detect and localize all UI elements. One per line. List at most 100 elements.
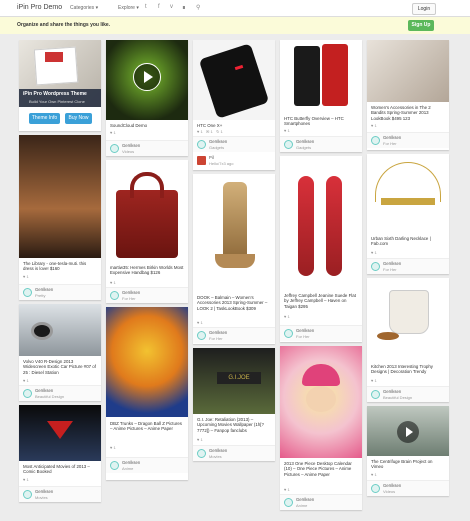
pin-caption[interactable]: Volvo V40 R-Design 2013 Widescreen Exoti… <box>23 359 97 375</box>
pin-board[interactable]: Movies <box>209 454 222 459</box>
pin-caption[interactable]: Jeffrey Campbell Jeanine Suede Flat by J… <box>284 293 358 309</box>
avatar[interactable] <box>23 490 32 499</box>
pin-image[interactable] <box>193 174 275 292</box>
pin-card[interactable]: Kitchen 2013 Interesting Trophy Designs … <box>367 278 449 402</box>
pin-board[interactable]: For Her <box>383 141 397 146</box>
pin-user[interactable]: Gerriksen <box>122 460 140 465</box>
avatar[interactable] <box>110 144 119 153</box>
pin-board[interactable]: Movies <box>35 495 48 500</box>
login-button[interactable]: Login <box>412 3 436 15</box>
pin-card[interactable]: The Library - one-tesla-muti. this dress… <box>19 135 101 300</box>
pin-user[interactable]: Gerriksen <box>296 497 314 502</box>
comment-avatar[interactable] <box>197 156 206 165</box>
pin-caption[interactable]: martiw35: Hermes Birkin Worlds Most Expe… <box>110 265 184 276</box>
avatar[interactable] <box>371 136 380 145</box>
pin-image[interactable] <box>367 278 449 358</box>
avatar[interactable] <box>23 288 32 297</box>
pin-caption[interactable]: 2013 One Piece Desktop Calendar (10) – O… <box>284 461 358 477</box>
pin-image[interactable] <box>280 346 362 458</box>
pin-board[interactable]: Gadgets <box>296 145 311 150</box>
avatar[interactable] <box>110 291 119 300</box>
avatar[interactable] <box>197 449 206 458</box>
pin-card[interactable]: DOOK – Balmain – Women's Accessories 201… <box>193 174 275 344</box>
pin-user[interactable]: Gerriksen <box>383 135 401 140</box>
pin-image[interactable] <box>193 40 275 120</box>
pin-caption[interactable]: Urban Sixth Darling Necklace | Fab.com <box>371 236 445 247</box>
pin-user[interactable]: Gerriksen <box>383 389 401 394</box>
pin-card[interactable]: SoundCloud Demo ♥ 1 Gerriksen Videos <box>106 40 188 156</box>
avatar[interactable] <box>284 140 293 149</box>
vimeo-icon[interactable]: v <box>170 4 173 10</box>
pin-user[interactable]: Gerriksen <box>383 261 401 266</box>
pin-card[interactable]: 2013 One Piece Desktop Calendar (10) – O… <box>280 346 362 510</box>
pin-card[interactable]: Women's Accessories in The 2 Bandits Spr… <box>367 40 449 150</box>
search-icon[interactable]: ⚲ <box>196 4 200 11</box>
pin-caption[interactable]: Kitchen 2013 Interesting Trophy Designs … <box>371 364 445 375</box>
pin-user[interactable]: Gerriksen <box>35 489 53 494</box>
pin-image[interactable] <box>280 156 362 290</box>
pin-caption[interactable]: The Centrifuge Brain Project on Vimeo <box>371 459 445 470</box>
pin-user[interactable]: Gerriksen <box>209 330 227 335</box>
avatar[interactable] <box>371 262 380 271</box>
pin-card[interactable]: DBZ Trunks – Dragon Ball Z Pictures – An… <box>106 307 188 480</box>
pin-image[interactable] <box>19 135 101 258</box>
pin-card[interactable]: Volvo V40 R-Design 2013 Widescreen Exoti… <box>19 304 101 401</box>
pin-image[interactable]: G.I.JOE <box>193 348 275 414</box>
pin-board[interactable]: For Her <box>209 336 223 341</box>
buy-now-button[interactable]: Buy Now <box>65 113 92 124</box>
pin-user[interactable]: Gerriksen <box>296 139 314 144</box>
pin-image[interactable] <box>280 40 362 113</box>
promo-image[interactable]: iPin Pro Wordpress Theme Build Your Own … <box>19 40 101 107</box>
pin-image[interactable] <box>19 304 101 356</box>
pin-user[interactable]: Gerriksen <box>209 139 227 144</box>
pin-card[interactable]: Most Anticipated Movies of 2013 – Comic … <box>19 405 101 502</box>
pin-image[interactable] <box>106 160 188 262</box>
nav-explore[interactable]: Explore ▾ <box>118 5 139 11</box>
pin-board[interactable]: For Her <box>296 334 310 339</box>
pin-card[interactable]: Jeffrey Campbell Jeanine Suede Flat by J… <box>280 156 362 342</box>
pin-board[interactable]: For Her <box>383 267 397 272</box>
pin-caption[interactable]: DBZ Trunks – Dragon Ball Z Pictures – An… <box>110 421 184 432</box>
avatar[interactable] <box>197 140 206 149</box>
pin-user[interactable]: Gerriksen <box>35 287 53 292</box>
pin-user[interactable]: Gerriksen <box>209 448 227 453</box>
avatar[interactable] <box>284 498 293 507</box>
pin-card[interactable]: Urban Sixth Darling Necklace | Fab.com ♥… <box>367 154 449 274</box>
pin-board[interactable]: Pretty <box>35 293 45 298</box>
avatar[interactable] <box>371 390 380 399</box>
comment-user[interactable]: Pil <box>209 155 214 160</box>
pin-board[interactable]: Videos <box>122 149 134 154</box>
avatar[interactable] <box>110 461 119 470</box>
pin-caption[interactable]: G.I. Joe: Retaliation (2013) – Upcoming … <box>197 417 271 433</box>
nav-categories[interactable]: Categories ▾ <box>70 5 98 11</box>
pin-user[interactable]: Gerriksen <box>35 388 53 393</box>
pin-user[interactable]: Gerriksen <box>122 143 140 148</box>
pin-image[interactable] <box>106 40 188 120</box>
pin-card[interactable]: G.I.JOE G.I. Joe: Retaliation (2013) – U… <box>193 348 275 461</box>
twitter-icon[interactable]: t <box>145 4 147 10</box>
pin-card[interactable]: The Centrifuge Brain Project on Vimeo ♥ … <box>367 406 449 496</box>
pin-image[interactable] <box>367 40 449 102</box>
pin-board[interactable]: Beautiful Design <box>35 394 64 399</box>
pin-board[interactable]: Beautiful Design <box>383 395 412 400</box>
facebook-icon[interactable]: f <box>158 4 160 10</box>
pin-card[interactable]: martiw35: Hermes Birkin Worlds Most Expe… <box>106 160 188 303</box>
rss-icon[interactable]: ∎ <box>182 4 186 11</box>
avatar[interactable] <box>371 484 380 493</box>
pin-caption[interactable]: Most Anticipated Movies of 2013 – Comic … <box>23 464 97 475</box>
pin-image[interactable] <box>367 154 449 230</box>
avatar[interactable] <box>23 389 32 398</box>
site-logo[interactable]: iPin Pro Demo <box>17 4 62 11</box>
pin-user[interactable]: Gerriksen <box>383 483 401 488</box>
pin-image[interactable] <box>19 405 101 461</box>
pin-card[interactable]: HTC One X+ ♥ 1 ✉ 1 ↻ 1 Gerriksen Gadgets… <box>193 40 275 170</box>
pin-user[interactable]: Gerriksen <box>296 328 314 333</box>
pin-caption[interactable]: SoundCloud Demo <box>110 123 184 128</box>
pin-caption[interactable]: HTC One X+ <box>197 123 271 128</box>
avatar[interactable] <box>284 329 293 338</box>
pin-caption[interactable]: The Library - one-tesla-muti. this dress… <box>23 261 97 272</box>
pin-board[interactable]: Anime <box>296 503 307 508</box>
pin-board[interactable]: Videos <box>383 489 395 494</box>
avatar[interactable] <box>197 331 206 340</box>
pin-caption[interactable]: Women's Accessories in The 2 Bandits Spr… <box>371 105 445 121</box>
